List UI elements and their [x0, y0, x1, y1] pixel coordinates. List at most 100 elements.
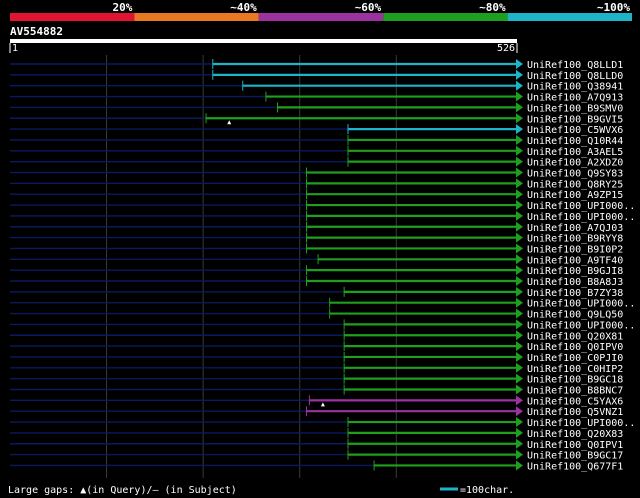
hit-label[interactable]: UniRef100_B9GC18 — [527, 375, 623, 386]
scale-note: =100char. — [460, 485, 514, 496]
hit-label[interactable]: UniRef100_A2XDZ0 — [527, 158, 623, 169]
hit-end-arrow — [516, 200, 523, 211]
hit-row[interactable]: UniRef100_B9GC18 — [10, 373, 623, 386]
hit-label[interactable]: UniRef100_Q8RY25 — [527, 179, 623, 190]
hit-end-arrow — [516, 69, 523, 80]
hit-row[interactable]: UniRef100_UPI000.. — [10, 210, 635, 223]
hit-row[interactable]: UniRef100_C0HIP2 — [10, 362, 623, 375]
hit-row[interactable]: UniRef100_Q8LLD0 — [10, 69, 623, 82]
hit-row[interactable]: UniRef100_Q8RY25 — [10, 178, 623, 190]
hit-label[interactable]: UniRef100_C5WVX6 — [527, 125, 623, 136]
hit-row[interactable]: UniRef100_Q677F1 — [10, 460, 623, 472]
hit-row[interactable]: UniRef100_B8A8J3 — [10, 276, 623, 288]
hit-row[interactable]: UniRef100_B8BNC7 — [10, 384, 623, 397]
hit-row[interactable]: UniRef100_Q20X81 — [10, 330, 623, 342]
hit-end-arrow — [516, 124, 523, 135]
hit-label[interactable]: UniRef100_UPI000.. — [527, 320, 635, 331]
hit-label[interactable]: UniRef100_Q9LQ50 — [527, 310, 623, 321]
hit-row[interactable]: UniRef100_B9GC17 — [10, 449, 623, 462]
hit-row[interactable]: UniRef100_B9I0P2 — [10, 243, 623, 255]
legend-label: ~60% — [355, 1, 382, 14]
hit-row[interactable]: UniRef100_Q0IPV1 — [10, 438, 623, 451]
hit-row[interactable]: UniRef100_Q0IPV0 — [10, 341, 623, 353]
hit-label[interactable]: UniRef100_A9ZP15 — [527, 190, 623, 201]
hit-end-arrow — [516, 156, 523, 167]
hit-end-arrow — [516, 438, 523, 449]
hit-row[interactable]: UniRef100_Q9LQ50 — [10, 308, 623, 321]
hit-label[interactable]: UniRef100_B9GJI8 — [527, 266, 623, 277]
hit-label[interactable]: UniRef100_B9GC17 — [527, 451, 623, 462]
hit-row[interactable]: UniRef100_C5WVX6 — [10, 124, 623, 136]
hit-row[interactable]: UniRef100_Q9SY83 — [10, 167, 623, 180]
legend-swatch — [134, 13, 259, 21]
hit-end-arrow — [516, 265, 523, 276]
hit-end-arrow — [516, 254, 523, 265]
hit-label[interactable]: UniRef100_A9TF40 — [527, 255, 623, 266]
hit-label[interactable]: UniRef100_B9SMV0 — [527, 103, 623, 114]
hit-label[interactable]: UniRef100_A3AEL5 — [527, 147, 623, 158]
hit-label[interactable]: UniRef100_B9GVI5 — [527, 114, 623, 125]
hit-label[interactable]: UniRef100_Q0IPV1 — [527, 440, 623, 451]
hit-label[interactable]: UniRef100_Q677F1 — [527, 461, 623, 472]
query-bar — [10, 39, 517, 43]
hit-end-arrow — [516, 113, 523, 124]
hit-end-arrow — [516, 330, 523, 341]
hit-row[interactable]: UniRef100_A2XDZ0 — [10, 156, 623, 169]
hit-row[interactable]: UniRef100_B9GJI8 — [10, 265, 623, 277]
hit-row[interactable]: UniRef100_C0PJI0 — [10, 351, 623, 364]
hit-end-arrow — [516, 134, 523, 145]
legend-label: ~80% — [479, 1, 506, 14]
hit-row[interactable]: UniRef100_Q38941 — [10, 80, 623, 93]
hit-row[interactable]: UniRef100_UPI000.. — [10, 319, 635, 331]
hit-row[interactable]: UniRef100_A9TF40 — [10, 254, 623, 266]
hit-label[interactable]: UniRef100_C5YAX6 — [527, 396, 623, 407]
hit-end-arrow — [516, 178, 523, 189]
identity-color-legend: 20% ~40% ~60% ~80% ~100% — [10, 1, 632, 21]
hit-label[interactable]: UniRef100_Q20X81 — [527, 331, 623, 342]
hit-row[interactable]: UniRef100_UPI000.. — [10, 417, 635, 429]
hit-row[interactable]: UniRef100_C5YAX6 — [10, 395, 623, 407]
hit-row[interactable]: UniRef100_A7Q913 — [10, 91, 623, 104]
hit-label[interactable]: UniRef100_Q8LLD0 — [527, 71, 623, 82]
hit-label[interactable]: UniRef100_Q9SY83 — [527, 169, 623, 180]
hit-row[interactable]: UniRef100_A7QJ03 — [10, 221, 623, 234]
hit-row[interactable]: UniRef100_B7ZY38 — [10, 286, 623, 299]
hit-label[interactable]: UniRef100_B9I0P2 — [527, 244, 623, 255]
hit-end-arrow — [516, 221, 523, 232]
query-gap-marker — [227, 120, 232, 125]
hit-end-arrow — [516, 351, 523, 362]
hit-label[interactable]: UniRef100_Q8LLD1 — [527, 60, 623, 71]
hit-label[interactable]: UniRef100_UPI000.. — [527, 212, 635, 223]
hit-row[interactable]: UniRef100_Q8LLD1 — [10, 59, 623, 71]
hit-label[interactable]: UniRef100_B8BNC7 — [527, 386, 623, 397]
hit-label[interactable]: UniRef100_C0HIP2 — [527, 364, 623, 375]
hit-label[interactable]: UniRef100_Q5VNZ1 — [527, 407, 623, 418]
hit-end-arrow — [516, 319, 523, 330]
hit-row[interactable]: UniRef100_B9GVI5 — [10, 113, 623, 125]
hit-row[interactable]: UniRef100_A3AEL5 — [10, 145, 623, 158]
hit-label[interactable]: UniRef100_UPI000.. — [527, 299, 635, 310]
hit-row[interactable]: UniRef100_Q10R44 — [10, 134, 623, 147]
hit-row[interactable]: UniRef100_UPI000.. — [10, 297, 635, 310]
hit-label[interactable]: UniRef100_UPI000.. — [527, 201, 635, 212]
hit-end-arrow — [516, 276, 523, 286]
hit-row[interactable]: UniRef100_B9SMV0 — [10, 102, 623, 114]
hit-label[interactable]: UniRef100_B8A8J3 — [527, 277, 623, 288]
hit-label[interactable]: UniRef100_Q38941 — [527, 82, 623, 93]
hit-label[interactable]: UniRef100_C0PJI0 — [527, 353, 623, 364]
hit-row[interactable]: UniRef100_UPI000.. — [10, 200, 635, 212]
legend-swatch — [383, 13, 508, 21]
hit-row[interactable]: UniRef100_B9RYY8 — [10, 232, 623, 245]
ruler-end-label: 526 — [497, 43, 515, 54]
hit-label[interactable]: UniRef100_UPI000.. — [527, 418, 635, 429]
hit-label[interactable]: UniRef100_A7Q913 — [527, 93, 623, 104]
hit-label[interactable]: UniRef100_A7QJ03 — [527, 223, 623, 234]
hit-label[interactable]: UniRef100_Q10R44 — [527, 136, 623, 147]
hit-label[interactable]: UniRef100_Q0IPV0 — [527, 342, 623, 353]
hit-label[interactable]: UniRef100_Q20X83 — [527, 429, 623, 440]
hit-row[interactable]: UniRef100_A9ZP15 — [10, 189, 623, 201]
hit-label[interactable]: UniRef100_B7ZY38 — [527, 288, 623, 299]
hit-row[interactable]: UniRef100_Q5VNZ1 — [10, 406, 623, 418]
hit-row[interactable]: UniRef100_Q20X83 — [10, 427, 623, 440]
hit-label[interactable]: UniRef100_B9RYY8 — [527, 234, 623, 245]
